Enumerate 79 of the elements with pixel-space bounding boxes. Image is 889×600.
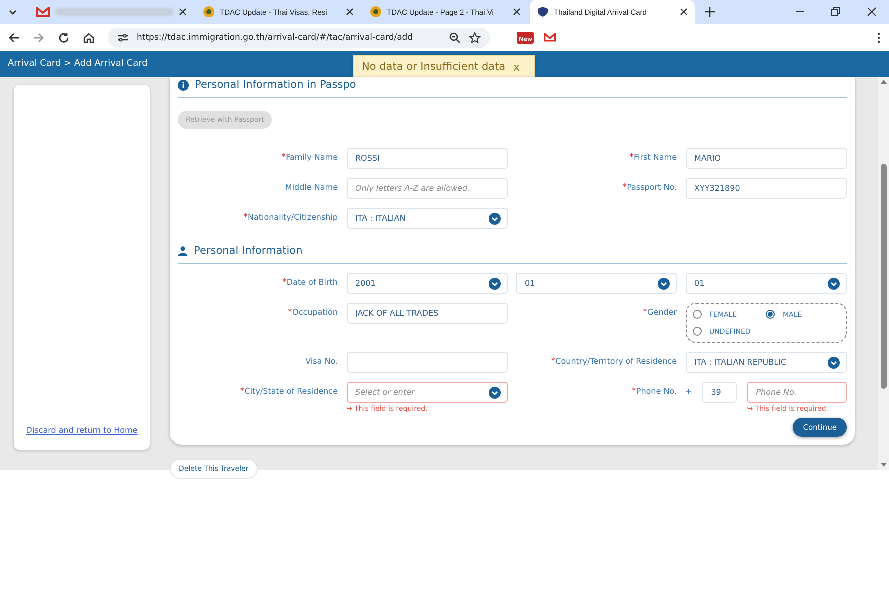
round-logo-icon: [370, 6, 382, 18]
close-icon[interactable]: [513, 8, 521, 16]
field-label: Middle Name: [285, 183, 338, 192]
field-label: Phone No.: [636, 387, 677, 396]
address-bar[interactable]: https://tdac.immigration.go.th/arrival-card/#/tac/arrival-card/add: [108, 28, 490, 48]
field-label: First Name: [634, 153, 677, 162]
breadcrumb: Arrival Card > Add Arrival Card: [8, 59, 148, 69]
home-icon[interactable]: [83, 32, 95, 44]
phone-number-field[interactable]: Phone No.: [747, 382, 846, 403]
select-field[interactable]: 01: [516, 273, 677, 294]
section-title: Personal Information in Passpo: [195, 79, 356, 91]
close-icon[interactable]: [346, 8, 354, 16]
reload-icon[interactable]: [58, 32, 70, 44]
required-asterisk: *: [643, 308, 648, 318]
required-asterisk: *: [282, 153, 286, 163]
text-input-field[interactable]: Only letters A-Z are allowed.: [346, 178, 508, 199]
zoom-icon[interactable]: [449, 32, 461, 44]
close-icon[interactable]: [179, 8, 187, 16]
required-asterisk: *: [243, 213, 248, 223]
field-label: Nationality/Citizenship: [248, 213, 338, 222]
dropdown-chevron-icon: [488, 386, 500, 398]
select-field[interactable]: 2001: [346, 273, 508, 294]
shield-icon: [537, 6, 549, 18]
text-input-field[interactable]: XYY321890: [686, 178, 846, 199]
envelope-icon: [36, 7, 50, 17]
required-asterisk: *: [632, 387, 636, 397]
radio-button[interactable]: [766, 310, 775, 319]
scrollbar[interactable]: [878, 77, 889, 470]
field-label: Occupation: [292, 308, 338, 317]
select-field[interactable]: ITA : ITALIAN REPUBLIC: [686, 352, 846, 373]
close-icon[interactable]: [680, 8, 688, 16]
toast-close-button[interactable]: x: [513, 60, 520, 74]
info-icon: [178, 80, 189, 90]
dropdown-chevron-icon: [658, 278, 670, 290]
required-asterisk: *: [630, 153, 634, 163]
dropdown-chevron-icon: [828, 278, 840, 290]
menu-icon[interactable]: [877, 32, 881, 44]
url-text: https://tdac.immigration.go.th/arrival-card/#/tac/arrival-card/add: [137, 32, 414, 42]
plus-icon[interactable]: [705, 7, 715, 17]
discard-link[interactable]: Discard and return to Home: [26, 426, 138, 435]
required-asterisk: *: [288, 308, 293, 318]
scroll-up-arrow-icon[interactable]: [880, 80, 886, 84]
field-label: Gender: [648, 308, 677, 317]
back-arrow-icon[interactable]: [8, 32, 20, 44]
field-label: Passport No.: [627, 183, 677, 192]
country-code-field[interactable]: 39: [702, 382, 738, 403]
field-label: Date of Birth: [286, 278, 338, 287]
select-field[interactable]: Select or enter: [346, 382, 508, 403]
forward-arrow-icon[interactable]: [33, 32, 45, 44]
field-label: Visa No.: [306, 357, 338, 366]
radio-button[interactable]: [692, 327, 702, 336]
required-asterisk: *: [240, 387, 245, 397]
field-label: Family Name: [286, 153, 338, 162]
envelope-icon[interactable]: [544, 33, 556, 42]
field-label: City/State of Residence: [244, 387, 338, 396]
star-icon[interactable]: [469, 32, 481, 44]
dropdown-chevron-icon: [828, 356, 840, 368]
scrollbar-thumb[interactable]: [880, 164, 886, 389]
plus-sign: +: [686, 386, 692, 396]
toast-message: No data or Insufficient data: [362, 61, 506, 73]
text-input-field[interactable]: [346, 352, 508, 373]
dropdown-chevron-icon: [488, 278, 500, 290]
person-icon: [178, 246, 188, 256]
dropdown-chevron-icon: [488, 212, 500, 224]
text-input-field[interactable]: MARIO: [686, 148, 846, 169]
select-field[interactable]: ITA : ITALIAN: [346, 208, 508, 229]
scroll-down-arrow-icon[interactable]: [880, 463, 886, 467]
round-logo-icon: [203, 6, 215, 18]
text-input-field[interactable]: ROSSI: [346, 148, 508, 169]
radio-button[interactable]: [692, 310, 702, 319]
required-asterisk: *: [622, 183, 628, 193]
required-asterisk: *: [282, 278, 287, 288]
site-settings-icon[interactable]: [117, 32, 129, 44]
field-label: Country/Territory of Residence: [556, 357, 677, 366]
required-asterisk: *: [551, 357, 556, 367]
restore-icon[interactable]: [831, 7, 841, 17]
section-title: Personal Information: [194, 245, 303, 257]
select-field[interactable]: 01: [686, 273, 846, 294]
close-icon[interactable]: [867, 7, 877, 17]
